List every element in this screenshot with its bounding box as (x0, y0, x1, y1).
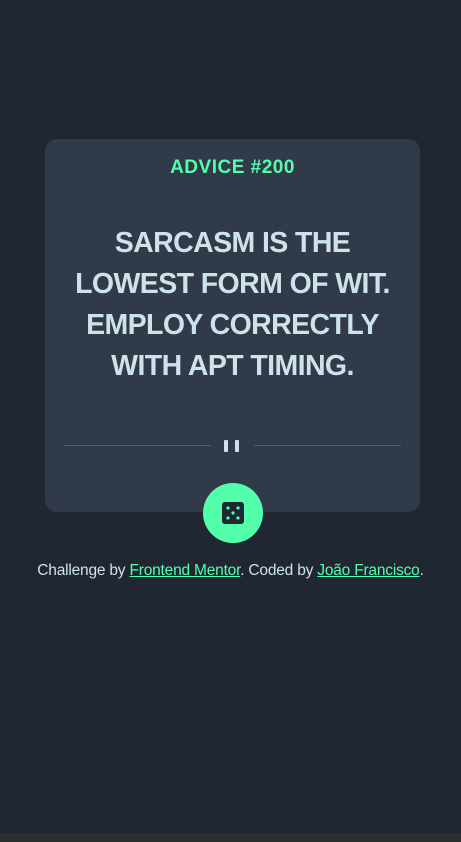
divider (64, 438, 401, 454)
advice-id: ADVICE #200 (170, 157, 295, 178)
frontend-mentor-link[interactable]: Frontend Mentor (129, 562, 240, 579)
divider-line-left (64, 445, 211, 446)
author-link[interactable]: João Francisco (317, 562, 420, 579)
attribution-suffix: . (419, 562, 424, 579)
divider-line-right (254, 445, 401, 446)
attribution-prefix: Challenge by (37, 562, 130, 579)
pause-icon (224, 440, 241, 452)
attribution: Challenge by Frontend Mentor. Coded by J… (0, 562, 461, 580)
advice-text: SARCASM IS THE LOWEST FORM OF WIT. EMPLO… (75, 227, 390, 382)
advice-card: ADVICE #200 SARCASM IS THE LOWEST FORM O… (45, 139, 420, 512)
generate-advice-button[interactable] (203, 483, 263, 543)
attribution-middle: . Coded by (240, 562, 318, 579)
bottom-strip (0, 833, 461, 842)
dice-icon (222, 502, 244, 524)
